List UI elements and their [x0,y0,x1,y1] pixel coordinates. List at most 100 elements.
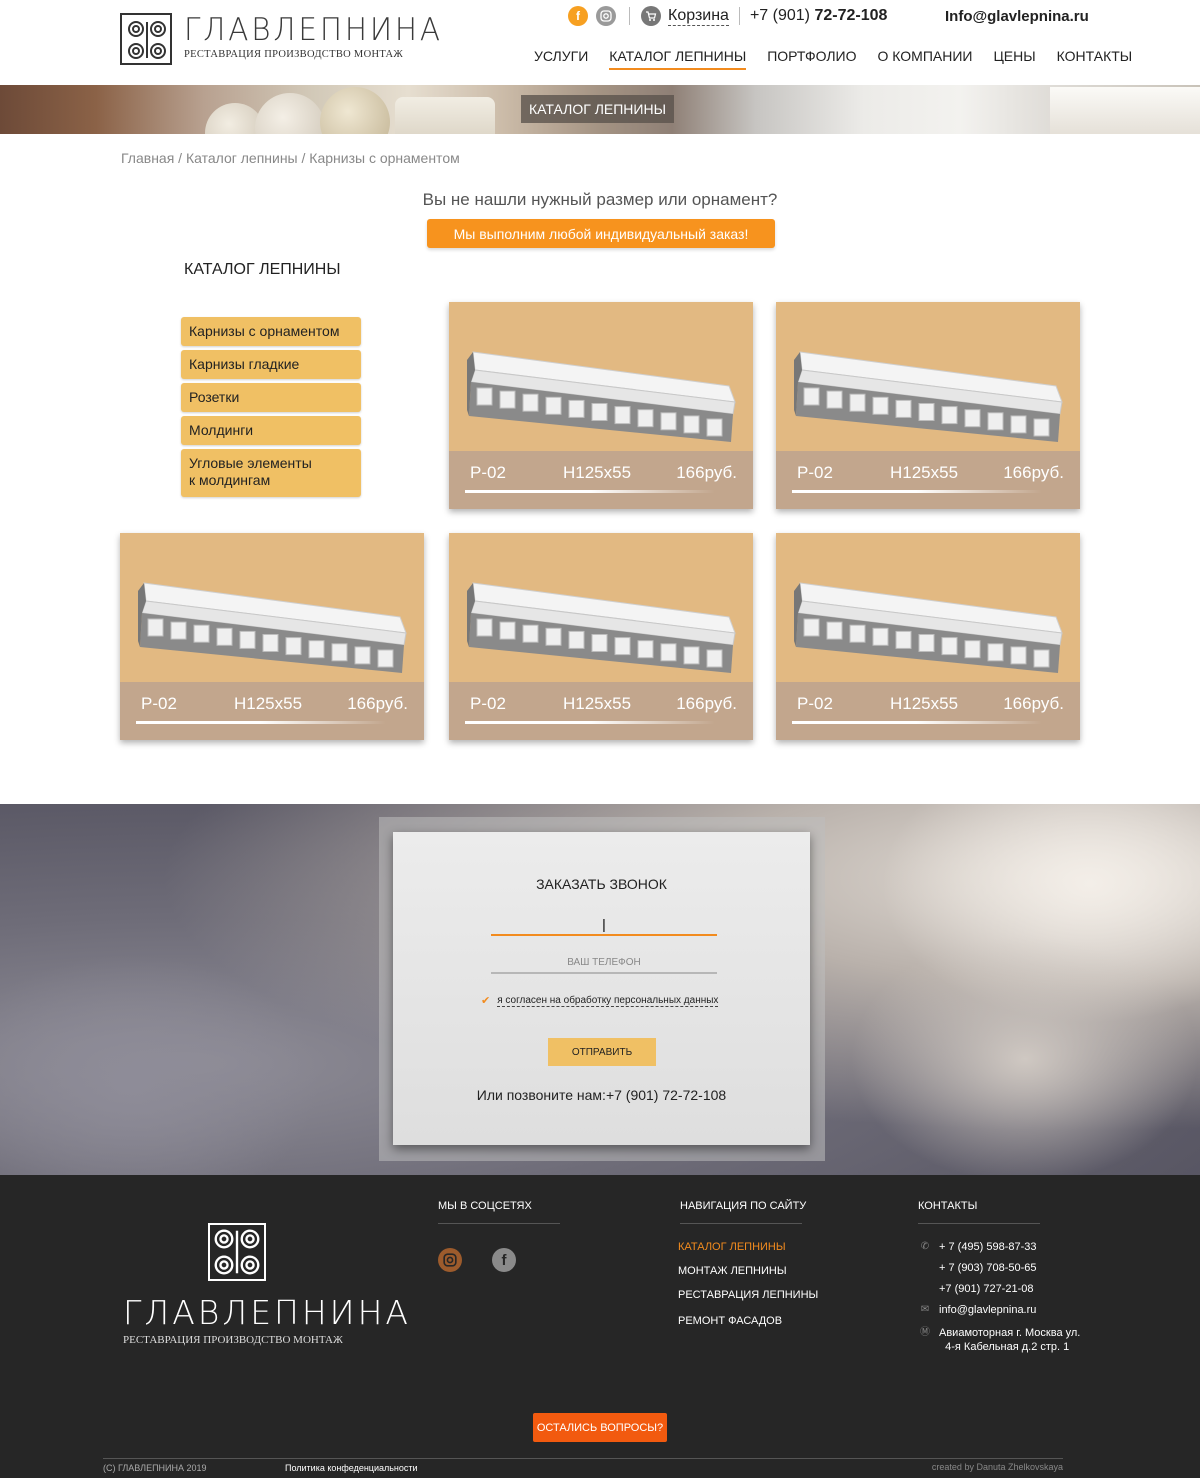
footer-nav-catalog[interactable]: КАТАЛОГ ЛЕПНИНЫ [678,1239,818,1263]
product-image[interactable] [138,561,408,686]
product-card[interactable]: Р-02 Н125х55 166руб. [776,533,1080,740]
product-image[interactable] [467,561,737,686]
footer-phone-2[interactable]: + 7 (903) 708-50-65 [939,1262,1037,1274]
privacy-policy-link[interactable]: Политика конфеденциальности [285,1463,418,1473]
product-code: Р-02 [470,694,506,713]
product-price: 166руб. [676,463,737,482]
copyright: (С) ГЛАВЛЕПНИНА 2019 [103,1463,207,1473]
questions-button[interactable]: ОСТАЛИСЬ ВОПРОСЫ? [533,1413,667,1442]
product-image[interactable] [794,330,1064,455]
name-input[interactable] [491,914,717,936]
product-card[interactable]: Р-02 Н125х55 166руб. [120,533,424,740]
product-card[interactable]: Р-02 Н125х55 166руб. [449,302,753,509]
phone-input[interactable] [491,952,717,974]
instagram-icon[interactable] [596,6,616,26]
nav-item-services[interactable]: УСЛУГИ [534,48,588,70]
catalog-item-corner-elements[interactable]: Угловые элементы к молдингам [181,449,361,497]
instagram-icon[interactable] [438,1248,462,1272]
product-divider [465,490,715,493]
catalog-heading: КАТАЛОГ ЛЕПНИНЫ [184,261,341,278]
form-title: ЗАКАЗАТЬ ЗВОНОК [536,876,667,892]
catalog-item-ornament-cornices[interactable]: Карнизы с орнаментом [181,317,361,346]
footer-nav-facades[interactable]: РЕМОНТ ФАСАДОВ [678,1313,818,1337]
top-bar: f Корзина +7 (901) 72-72-108 [568,5,887,27]
footer-logo[interactable]: ГЛАВЛЕПНИНА РЕСТАВРАЦИЯ ПРОИЗВОДСТВО МОН… [123,1223,411,1346]
product-info-bar: Р-02 Н125х55 166руб. [776,682,1080,740]
product-code: Р-02 [141,694,177,713]
nav-item-about[interactable]: О КОМПАНИИ [877,48,972,70]
catalog-menu: Карнизы с орнаментом Карнизы гладкие Роз… [181,317,361,501]
logo-title: ГЛАВЛЕПНИНА [184,12,443,48]
product-size: Н125х55 [890,694,959,713]
nav-item-prices[interactable]: ЦЕНЫ [993,48,1035,70]
product-code: Р-02 [797,463,833,482]
footer-address: Авиамоторная г. Москва ул. 4-я Кабельная… [939,1326,1080,1354]
footer-phone-3[interactable]: +7 (901) 727-21-08 [939,1283,1033,1295]
product-info-bar: Р-02 Н125х55 166руб. [120,682,424,740]
address-line-2: 4-я Кабельная д.2 стр. 1 [945,1341,1070,1353]
cart-link[interactable]: Корзина [668,7,729,26]
catalog-item-moldings[interactable]: Молдинги [181,416,361,445]
catalog-item-rosettes[interactable]: Розетки [181,383,361,412]
product-divider [792,490,1042,493]
logo-tagline: РЕСТАВРАЦИЯ ПРОИЗВОДСТВО МОНТАЖ [184,49,404,60]
call-prefix: Или позвоните нам: [476,1087,606,1103]
background-decor [850,934,1200,1175]
product-info-bar: Р-02 Н125х55 166руб. [449,682,753,740]
footer-nav-heading: НАВИГАЦИЯ ПО САЙТУ [680,1200,806,1224]
banner-decor [395,97,495,134]
product-price: 166руб. [1003,463,1064,482]
cart-icon[interactable] [641,6,661,26]
site-footer: ГЛАВЛЕПНИНА РЕСТАВРАЦИЯ ПРОИЗВОДСТВО МОН… [0,1175,1200,1478]
nav-item-catalog[interactable]: КАТАЛОГ ЛЕПНИНЫ [609,48,747,70]
footer-email[interactable]: info@glavlepnina.ru [939,1304,1036,1316]
footer-divider [103,1458,1063,1459]
footer-nav-installation[interactable]: МОНТАЖ ЛЕПНИНЫ [678,1263,818,1287]
nav-item-contacts[interactable]: КОНТАКТЫ [1057,48,1133,70]
nav-item-portfolio[interactable]: ПОРТФОЛИО [767,48,856,70]
phone-number: 72-72-108 [814,7,888,24]
product-size: Н125х55 [563,463,632,482]
footer-contacts-heading: КОНТАКТЫ [918,1200,1040,1224]
header-email[interactable]: Info@glavlepnina.ru [945,8,1089,25]
banner-decor [1050,87,1200,134]
facebook-icon[interactable]: f [568,6,588,26]
created-by: created by Danuta Zhelkovskaya [931,1462,1063,1472]
product-price: 166руб. [347,694,408,713]
address-line-1: Авиамоторная г. Москва ул. [939,1327,1081,1339]
custom-order-button[interactable]: Мы выполним любой индивидуальный заказ! [427,219,775,248]
footer-nav-restoration[interactable]: РЕСТАВРАЦИЯ ЛЕПНИНЫ [678,1287,818,1313]
product-size: Н125х55 [890,463,959,482]
footer-nav: КАТАЛОГ ЛЕПНИНЫ МОНТАЖ ЛЕПНИНЫ РЕСТАВРАЦ… [678,1239,818,1337]
site-logo[interactable]: ГЛАВЛЕПНИНА РЕСТАВРАЦИЯ ПРОИЗВОДСТВО МОН… [120,13,457,65]
product-price: 166руб. [676,694,737,713]
check-icon[interactable]: ✔ [481,994,490,1007]
banner-decor [320,87,390,134]
product-divider [465,721,715,724]
product-card[interactable]: Р-02 Н125х55 166руб. [776,302,1080,509]
consent-checkbox[interactable]: ✔ я согласен на обработку персональных д… [481,994,719,1007]
footer-phone-1[interactable]: + 7 (495) 598-87-33 [939,1241,1037,1253]
site-header: ГЛАВЛЕПНИНА РЕСТАВРАЦИЯ ПРОИЗВОДСТВО МОН… [0,0,1200,85]
page-banner: КАТАЛОГ ЛЕПНИНЫ [0,85,1200,134]
catalog-item-smooth-cornices[interactable]: Карнизы гладкие [181,350,361,379]
call-us-text: Или позвоните нам:+7 (901) 72-72-108 [393,1087,810,1103]
header-phone[interactable]: +7 (901) 72-72-108 [750,7,887,25]
facebook-icon[interactable]: f [492,1248,516,1272]
product-card[interactable]: Р-02 Н125х55 166руб. [449,533,753,740]
submit-button[interactable]: ОТПРАВИТЬ [548,1038,656,1066]
product-info-bar: Р-02 Н125х55 166руб. [776,451,1080,509]
product-image[interactable] [467,330,737,455]
footer-logo-title: ГЛАВЛЕПНИНА [123,1293,411,1332]
banner-title: КАТАЛОГ ЛЕПНИНЫ [521,95,674,123]
callback-section: ЗАКАЗАТЬ ЗВОНОК ✔ я согласен на обработк… [0,804,1200,1175]
product-image[interactable] [794,561,1064,686]
footer-logo-tagline: РЕСТАВРАЦИЯ ПРОИЗВОДСТВО МОНТАЖ [123,1334,343,1346]
breadcrumb[interactable]: Главная / Каталог лепнины / Карнизы с ор… [121,150,460,166]
call-phone[interactable]: +7 (901) 72-72-108 [606,1087,726,1103]
footer-social-heading: МЫ В СОЦСЕТЯХ [438,1200,560,1224]
product-divider [136,721,386,724]
logo-ornament-icon [208,1223,266,1281]
cta-question: Вы не нашли нужный размер или орнамент? [422,190,778,209]
